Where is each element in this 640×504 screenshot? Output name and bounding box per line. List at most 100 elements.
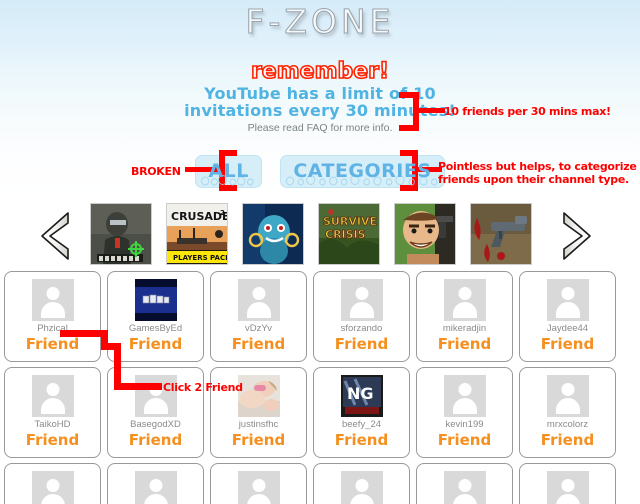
friend-avatar [340,279,383,321]
friend-card[interactable]: TaikoHD Friend [4,367,101,458]
friend-action-button[interactable]: Friend [5,431,100,449]
avatar-body-icon [349,302,374,318]
pistol-blood-game-icon [471,204,531,264]
friend-card[interactable]: kevin199 Friend [416,367,513,458]
friend-card[interactable]: Phzical Friend [4,271,101,362]
annotation-broken-text: BROKEN [131,165,181,178]
friend-avatar [443,471,486,504]
avatar-head-icon [355,287,368,300]
filter-categories-button[interactable]: CATEGORIES [280,155,445,188]
carousel-thumb-4[interactable] [394,203,456,265]
avatar-body-icon [555,494,580,504]
friend-action-button[interactable]: Friend [108,431,203,449]
notice-limit-line1: YouTube has a limit of 10 [204,84,436,103]
avatar-head-icon [46,383,59,396]
friend-avatar [546,471,589,504]
page-title: F-ZONE [245,2,395,42]
friend-action-button[interactable]: Friend [417,431,512,449]
friend-username: mikeradjin [442,323,487,334]
avatar-body-icon [40,302,65,318]
friend-card[interactable]: Friend [519,463,616,504]
friend-card[interactable]: vDzYv Friend [210,271,307,362]
carousel-thumb-3[interactable]: SURVIVE CRISIS [318,203,380,265]
friend-card[interactable]: Friend [4,463,101,504]
friend-action-button[interactable]: Friend [314,335,409,353]
friend-action-button[interactable]: Friend [520,335,615,353]
filter-all-label: ALL [208,160,249,182]
avatar-head-icon [561,287,574,300]
friend-action-button[interactable]: Friend [108,335,203,353]
annotation-categories-text: Pointless but helps, to categorize frien… [438,160,637,186]
avatar-body-icon [452,398,477,414]
friend-card[interactable]: Friend [107,463,204,504]
friend-avatar [31,471,74,504]
annotation-bracket-filters-right-top [400,150,418,156]
friends-row: Phzical Friend GamesByEd Friend vDzYv Friend s… [4,271,640,362]
svg-text:2: 2 [220,209,225,217]
chevron-left-icon[interactable] [38,211,74,261]
carousel-thumb-1[interactable]: CRUSADE 2 PLAYERS PACK [166,203,228,265]
svg-text:NG: NG [347,384,374,403]
friend-avatar [443,375,486,417]
friend-username: Jaydee44 [546,323,589,334]
avatar-body-icon [143,494,168,504]
svg-text:PLAYERS PACK: PLAYERS PACK [173,254,228,262]
friend-username: vDzYv [245,323,272,334]
friend-card[interactable]: Friend [416,463,513,504]
page-root: F-ZONE remember! YouTube has a limit of … [0,0,640,504]
friends-row: FriendFriendFriendFriendFriendFriend [4,463,640,504]
avatar-head-icon [46,479,59,492]
filter-all-button[interactable]: ALL [195,155,262,188]
avatar-head-icon [458,287,471,300]
avatar-body-icon [40,494,65,504]
friend-card[interactable]: Friend [210,463,307,504]
friend-username: GamesByEd [128,323,183,334]
notice-heading: remember! [250,59,390,85]
carousel-thumb-5[interactable] [470,203,532,265]
friend-card[interactable]: mikeradjin Friend [416,271,513,362]
avatar-head-icon [458,479,471,492]
filter-categories-label: CATEGORIES [293,160,432,182]
friend-username: BasegodXD [130,419,181,430]
avatar-body-icon [555,302,580,318]
friend-card[interactable]: NG beefy_24 Friend [313,367,410,458]
crusade-2-players-pack-icon: CRUSADE 2 PLAYERS PACK [167,204,228,264]
annotation-arrow-seg-5 [114,383,162,390]
friend-avatar [546,375,589,417]
friend-card[interactable]: mrxcolorz Friend [519,367,616,458]
avatar-body-icon [555,398,580,414]
notice-block: remember! YouTube has a limit of 10 invi… [0,59,640,134]
friend-avatar [340,471,383,504]
friend-action-button[interactable]: Friend [5,335,100,353]
notice-faq: Please read FAQ for more info. [247,122,393,134]
friend-action-button[interactable]: Friend [417,335,512,353]
friends-row: TaikoHD Friend BasegodXD Friend justinsfhc Fr… [4,367,640,458]
friend-avatar [546,279,589,321]
friend-card[interactable]: Jaydee44 Friend [519,271,616,362]
carousel-thumb-2[interactable] [242,203,304,265]
annotation-click2friend-text: Click 2 Friend [163,381,243,394]
carousel-thumb-0[interactable] [90,203,152,265]
avatar-head-icon [46,287,59,300]
chevron-right-icon[interactable] [558,211,594,261]
friend-card[interactable]: GamesByEd Friend [107,271,204,362]
avatar-head-icon [561,383,574,396]
friend-username: sforzando [340,323,383,334]
friends-grid: Phzical Friend GamesByEd Friend vDzYv Friend s… [4,271,640,504]
friend-action-button[interactable]: Friend [520,431,615,449]
friend-action-button[interactable]: Friend [314,431,409,449]
friend-card[interactable]: sforzando Friend [313,271,410,362]
svg-text:CRISIS: CRISIS [325,228,366,241]
friend-card[interactable]: Friend [313,463,410,504]
annotation-bracket-limit-arm [419,108,445,113]
friend-avatar [237,375,280,417]
friend-action-button[interactable]: Friend [211,335,306,353]
friend-action-button[interactable]: Friend [211,431,306,449]
friend-username: kevin199 [445,419,484,430]
friend-avatar [237,279,280,321]
friend-avatar [31,375,74,417]
avatar-body-icon [143,398,168,414]
game-carousel: CRUSADE 2 PLAYERS PACK SURVIVE CRISIS [0,203,640,269]
annotation-bracket-limit-bottom [399,125,419,131]
avatar-head-icon [458,383,471,396]
